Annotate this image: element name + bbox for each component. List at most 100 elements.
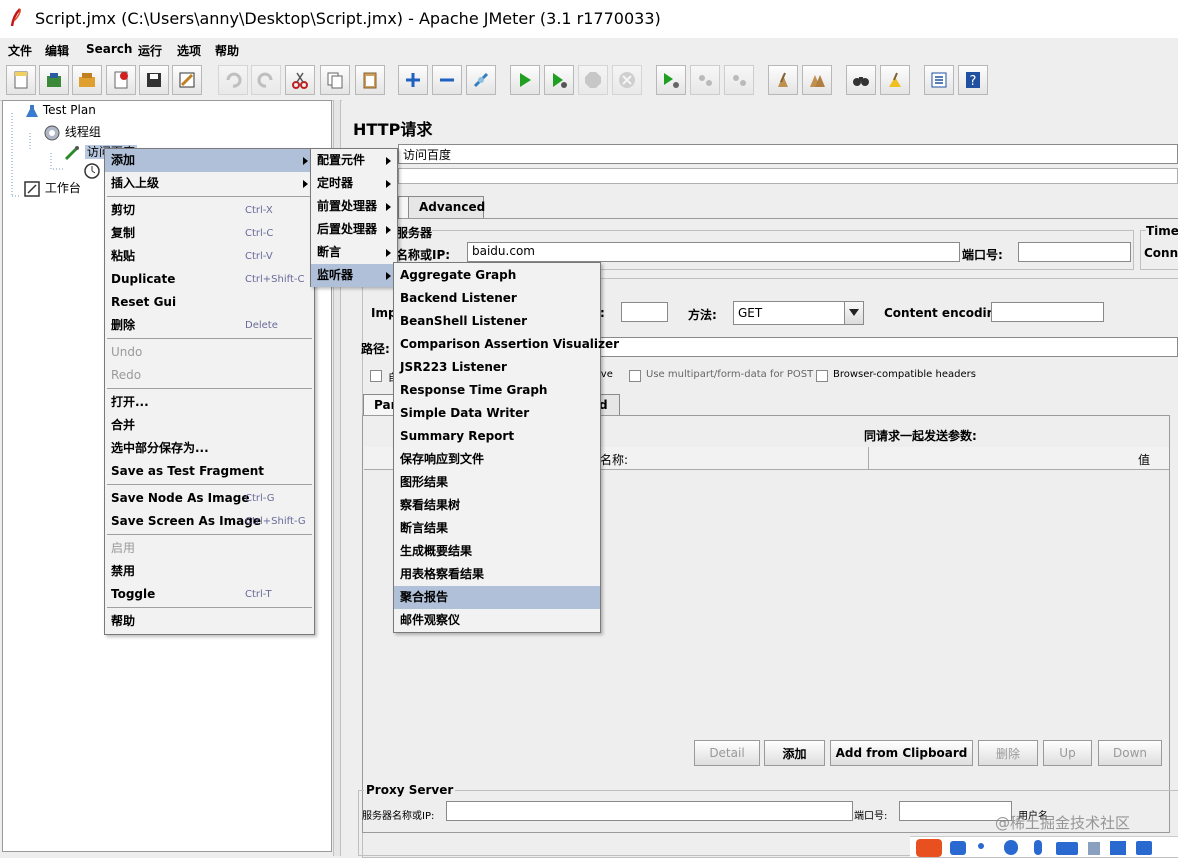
expand-button[interactable] — [398, 65, 428, 95]
open-button[interactable] — [72, 65, 102, 95]
listener-submenu-item[interactable]: Response Time Graph — [394, 379, 600, 402]
close-button[interactable] — [106, 65, 136, 95]
listener-submenu-item[interactable]: 图形结果 — [394, 471, 600, 494]
context-menu-item[interactable]: 帮助 — [105, 610, 314, 633]
remote-shutdown-button[interactable] — [724, 65, 754, 95]
server-name-input[interactable]: baidu.com — [467, 242, 960, 262]
listener-submenu-item[interactable]: JSR223 Listener — [394, 356, 600, 379]
browser-headers-checkbox[interactable] — [816, 370, 828, 382]
down-button[interactable]: Down — [1098, 740, 1162, 766]
cut-button[interactable] — [285, 65, 315, 95]
context-menu-item[interactable]: Save Node As Image Ctrl-G — [105, 487, 314, 510]
listener-submenu-item[interactable]: 聚合报告 — [394, 586, 600, 609]
clear-button[interactable] — [768, 65, 798, 95]
protocol-input[interactable] — [621, 302, 668, 322]
tree-item-timer[interactable] — [83, 161, 101, 179]
content-encoding-input[interactable] — [991, 302, 1104, 322]
context-menu-item[interactable]: 禁用 — [105, 560, 314, 583]
context-menu-item[interactable]: Duplicate Ctrl+Shift-C — [105, 268, 314, 291]
context-menu-item[interactable]: 插入上级 — [105, 172, 314, 195]
undo-button[interactable] — [218, 65, 248, 95]
listener-submenu-item[interactable]: BeanShell Listener — [394, 310, 600, 333]
tab-advanced[interactable]: Advanced — [408, 196, 485, 218]
comments-input[interactable] — [398, 168, 1178, 184]
templates-button[interactable] — [39, 65, 69, 95]
start-no-pauses-button[interactable] — [544, 65, 574, 95]
function-helper-button[interactable] — [924, 65, 954, 95]
stop-button[interactable] — [578, 65, 608, 95]
menu-help[interactable]: 帮助 — [215, 42, 239, 59]
tree-item-test-plan[interactable]: Test Plan — [25, 103, 96, 118]
listener-submenu-item[interactable]: 生成概要结果 — [394, 540, 600, 563]
add-submenu-item[interactable]: 配置元件 — [311, 149, 397, 172]
menu-run[interactable]: 运行 — [138, 42, 162, 59]
context-menu-item[interactable]: 启用 — [105, 537, 314, 560]
add-submenu-item[interactable]: 定时器 — [311, 172, 397, 195]
listener-submenu-item[interactable]: Comparison Assertion Visualizer — [394, 333, 619, 356]
tree-item-workbench[interactable]: 工作台 — [23, 179, 81, 198]
context-menu-item[interactable]: 复制 Ctrl-C — [105, 222, 314, 245]
menu-edit[interactable]: 编辑 — [45, 42, 69, 59]
port-input[interactable] — [1018, 242, 1131, 262]
listener-submenu-item[interactable]: 用表格察看结果 — [394, 563, 600, 586]
remote-stop-button[interactable] — [690, 65, 720, 95]
toggle-button[interactable] — [466, 65, 496, 95]
context-menu-item[interactable]: 删除 Delete — [105, 314, 314, 337]
remote-start-button[interactable] — [656, 65, 686, 95]
menu-search[interactable]: Search — [86, 42, 132, 56]
context-menu-item[interactable]: 粘贴 Ctrl-V — [105, 245, 314, 268]
add-submenu-item[interactable]: 断言 — [311, 241, 397, 264]
detail-button[interactable]: Detail — [694, 740, 760, 766]
start-button[interactable] — [510, 65, 540, 95]
paste-button[interactable] — [355, 65, 385, 95]
skin-icon[interactable] — [1110, 841, 1126, 855]
copy-button[interactable] — [320, 65, 350, 95]
add-button[interactable]: 添加 — [764, 740, 825, 766]
reset-search-button[interactable] — [880, 65, 910, 95]
search-button[interactable] — [846, 65, 876, 95]
microphone-icon[interactable] — [1034, 840, 1042, 855]
context-menu-item[interactable]: Save as Test Fragment — [105, 460, 314, 483]
listener-submenu-item[interactable]: Simple Data Writer — [394, 402, 600, 425]
menu-options[interactable]: 选项 — [177, 42, 201, 59]
method-dropdown-button[interactable] — [844, 302, 863, 324]
listener-submenu-item[interactable]: 保存响应到文件 — [394, 448, 600, 471]
collapse-button[interactable] — [432, 65, 462, 95]
listener-submenu-item[interactable]: Summary Report — [394, 425, 600, 448]
listener-submenu-item[interactable]: 察看结果树 — [394, 494, 600, 517]
context-menu-item[interactable]: 打开... — [105, 391, 314, 414]
context-menu-item[interactable]: 选中部分保存为... — [105, 437, 314, 460]
context-menu-item[interactable]: Undo — [105, 341, 314, 364]
listener-submenu-item[interactable]: 邮件观察仪 — [394, 609, 600, 632]
name-input[interactable]: 访问百度 — [398, 144, 1178, 164]
save-button[interactable] — [139, 65, 169, 95]
add-from-clipboard-button[interactable]: Add from Clipboard — [830, 740, 973, 766]
listener-submenu-item[interactable]: Aggregate Graph — [394, 264, 600, 287]
proxy-server-input[interactable] — [446, 801, 853, 821]
redirect-checkbox[interactable] — [370, 370, 382, 382]
context-menu-item[interactable]: Redo — [105, 364, 314, 387]
context-menu-item[interactable]: 合并 — [105, 414, 314, 437]
context-menu-item[interactable]: Reset Gui — [105, 291, 314, 314]
tree-item-thread-group[interactable]: 线程组 — [43, 123, 101, 142]
redo-button[interactable] — [251, 65, 281, 95]
listener-submenu-item[interactable]: Backend Listener — [394, 287, 600, 310]
menu-file[interactable]: 文件 — [8, 42, 32, 59]
context-menu-item[interactable]: 添加 — [105, 149, 314, 172]
new-button[interactable] — [6, 65, 36, 95]
add-submenu-item[interactable]: 监听器 — [311, 264, 397, 287]
delete-button[interactable]: 删除 — [978, 740, 1038, 766]
up-button[interactable]: Up — [1043, 740, 1092, 766]
context-menu-item[interactable]: Save Screen As Image Ctrl+Shift-G — [105, 510, 314, 533]
keyboard-icon[interactable] — [1056, 842, 1078, 855]
add-submenu-item[interactable]: 后置处理器 — [311, 218, 397, 241]
shutdown-button[interactable] — [612, 65, 642, 95]
context-menu-item[interactable]: 剪切 Ctrl-X — [105, 199, 314, 222]
listener-submenu-item[interactable]: 断言结果 — [394, 517, 600, 540]
user-icon[interactable] — [1088, 842, 1100, 855]
multipart-checkbox[interactable] — [629, 370, 641, 382]
language-toggle-icon[interactable] — [950, 841, 966, 855]
save-as-button[interactable] — [172, 65, 202, 95]
add-submenu-item[interactable]: 前置处理器 — [311, 195, 397, 218]
punctuation-icon[interactable] — [978, 843, 984, 849]
